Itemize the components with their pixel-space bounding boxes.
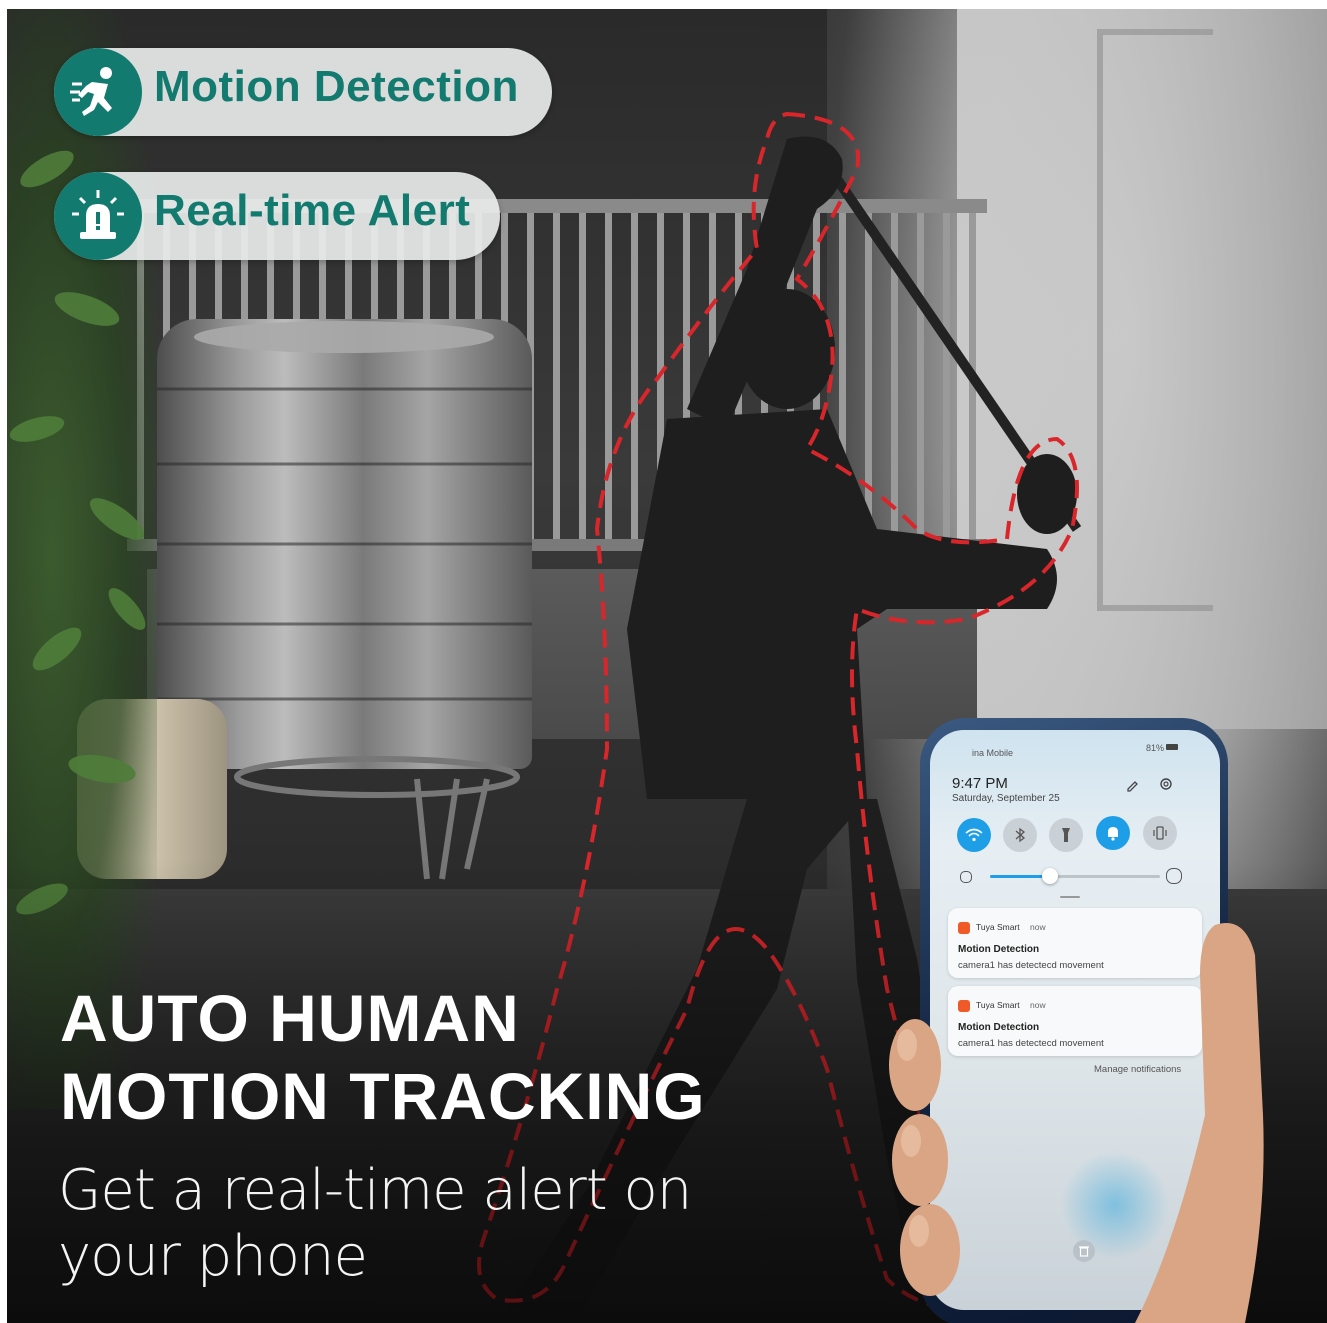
- headline-line-1: AUTO HUMAN: [60, 981, 520, 1055]
- flashlight-toggle[interactable]: [1049, 818, 1083, 852]
- carrier-label: ina Mobile: [972, 748, 1014, 758]
- brightness-fill: [990, 875, 1050, 878]
- drag-handle[interactable]: [1060, 896, 1080, 898]
- battery-icon: [1166, 744, 1178, 750]
- subtitle-line-2: your phone: [58, 1224, 368, 1289]
- brightness-low-icon: [960, 871, 972, 883]
- flashlight-icon: [1062, 828, 1070, 842]
- running-person-icon: [54, 48, 142, 136]
- wifi-icon: [965, 828, 983, 842]
- brightness-slider[interactable]: [990, 868, 1160, 884]
- clock-date: Saturday, September 25: [952, 793, 1060, 804]
- brightness-knob[interactable]: [1041, 868, 1058, 884]
- subtitle-line-1: Get a real-time alert on: [58, 1158, 692, 1223]
- ad-canvas: Motion Detection Real-time Alert AUTO HU…: [0, 0, 1327, 1323]
- window-frame: [1097, 29, 1213, 611]
- vibrate-icon: [1153, 826, 1167, 840]
- battery-label: 81%: [1146, 743, 1165, 753]
- bell-icon: [1108, 827, 1118, 841]
- bluetooth-toggle[interactable]: [1003, 818, 1037, 852]
- real-time-alert-badge: Real-time Alert: [54, 172, 500, 260]
- headline-line-2: MOTION TRACKING: [60, 1059, 706, 1133]
- settings-gear-icon[interactable]: [1158, 776, 1174, 792]
- bell-toggle[interactable]: [1096, 816, 1130, 850]
- alarm-siren-icon: [54, 172, 142, 260]
- bluetooth-icon: [1015, 827, 1026, 843]
- real-time-alert-label: Real-time Alert: [154, 186, 471, 235]
- edit-icon[interactable]: [1126, 778, 1140, 792]
- brightness-high-icon: [1166, 868, 1182, 884]
- vibrate-toggle[interactable]: [1143, 816, 1177, 850]
- clock-time: 9:47 PM: [952, 775, 1008, 792]
- wifi-toggle[interactable]: [957, 818, 991, 852]
- hand: [889, 923, 1264, 1323]
- motion-detection-label: Motion Detection: [154, 62, 519, 111]
- motion-detection-badge: Motion Detection: [54, 48, 552, 136]
